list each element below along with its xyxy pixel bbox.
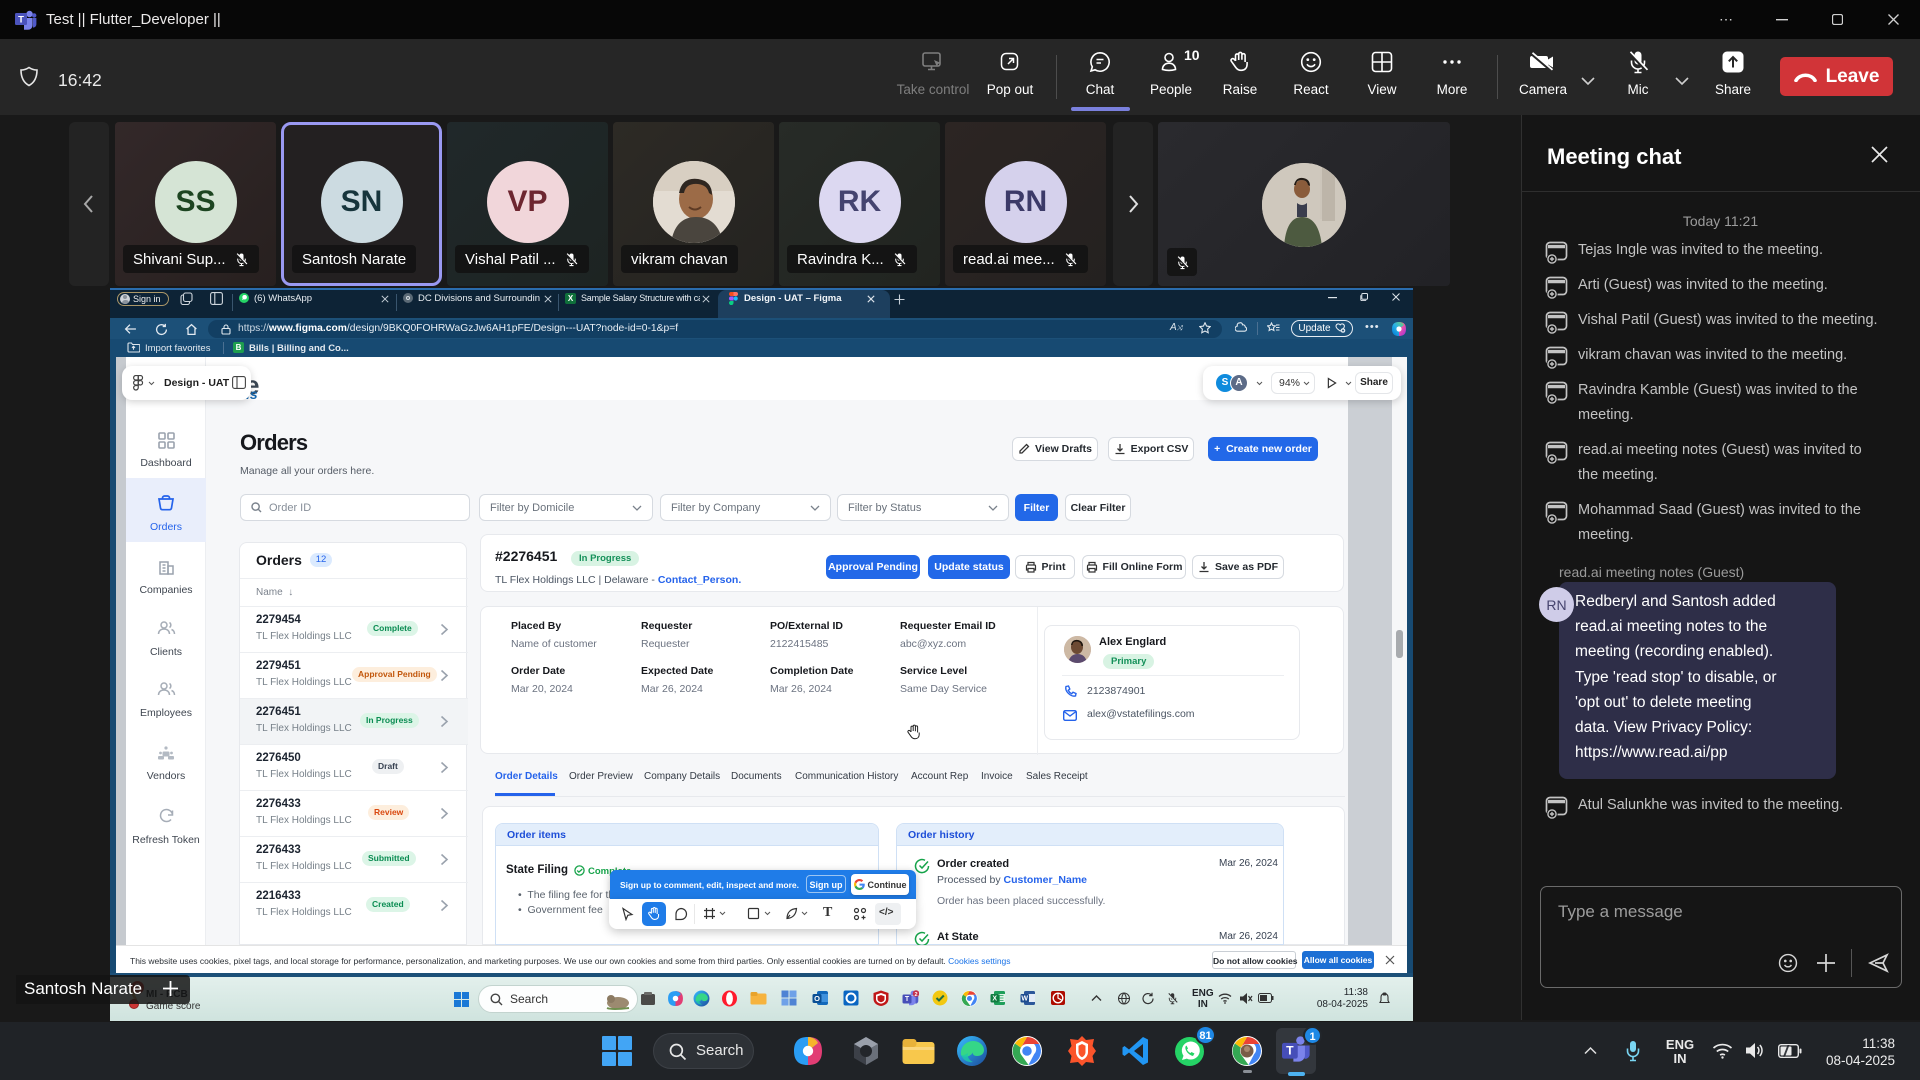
svg-text:T: T — [18, 15, 24, 26]
svg-text:T: T — [905, 996, 910, 1003]
svg-text:2: 2 — [914, 992, 917, 998]
svg-text:O: O — [814, 994, 820, 1003]
svg-text:W: W — [1021, 996, 1028, 1003]
svg-text:T: T — [1286, 1044, 1294, 1058]
svg-text:X: X — [992, 996, 997, 1003]
